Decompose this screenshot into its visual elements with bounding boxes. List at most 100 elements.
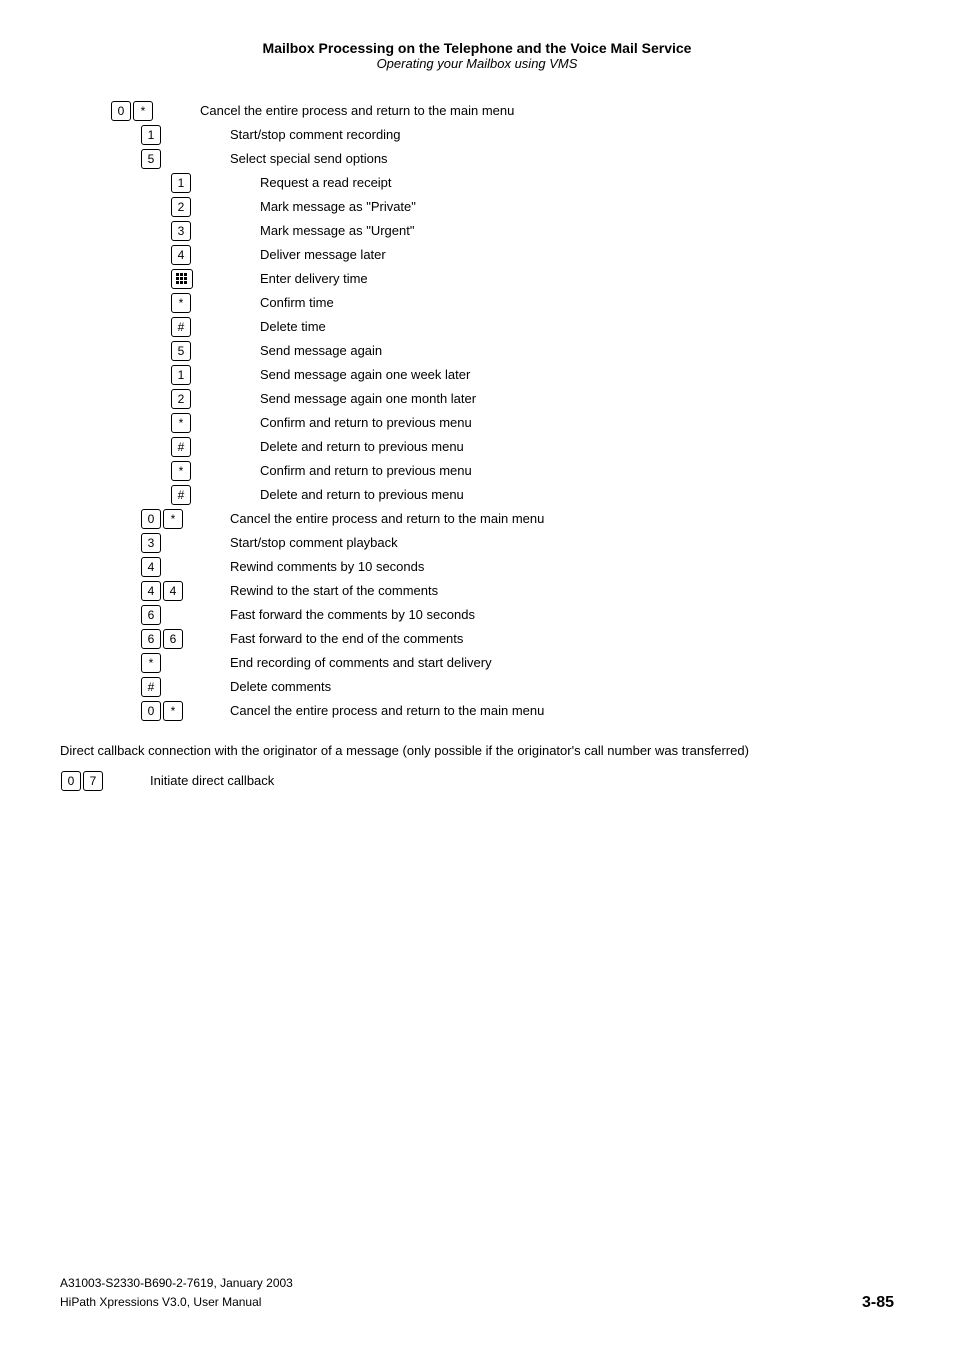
keys-col: * bbox=[110, 293, 250, 313]
key: 1 bbox=[171, 173, 191, 193]
list-item: 44Rewind to the start of the comments bbox=[110, 581, 894, 601]
keys-col: 4 bbox=[110, 557, 220, 577]
row-description: Cancel the entire process and return to … bbox=[220, 701, 894, 721]
row-description: Start/stop comment playback bbox=[220, 533, 894, 553]
row-description: Rewind to the start of the comments bbox=[220, 581, 894, 601]
keys-col: 2 bbox=[110, 197, 250, 217]
key: 1 bbox=[141, 125, 161, 145]
key: 4 bbox=[163, 581, 183, 601]
keys-col: 3 bbox=[110, 221, 250, 241]
list-item: # Delete comments bbox=[110, 677, 894, 697]
key: 6 bbox=[141, 629, 161, 649]
key: # bbox=[171, 485, 191, 505]
row-description: Send message again one week later bbox=[250, 365, 894, 385]
row-description: Start/stop comment recording bbox=[220, 125, 894, 145]
key: 1 bbox=[171, 365, 191, 385]
list-item: 6 Fast forward the comments by 10 seconds bbox=[110, 605, 894, 625]
list-item: 4 Rewind comments by 10 seconds bbox=[110, 557, 894, 577]
row-description: Deliver message later bbox=[250, 245, 894, 265]
key: # bbox=[171, 317, 191, 337]
keys-col: 1 bbox=[110, 173, 250, 193]
key: * bbox=[163, 701, 183, 721]
row-description: Delete comments bbox=[220, 677, 894, 697]
page-subtitle: Operating your Mailbox using VMS bbox=[60, 56, 894, 71]
key: 5 bbox=[141, 149, 161, 169]
key: 3 bbox=[141, 533, 161, 553]
keys-col: 4 bbox=[110, 245, 250, 265]
row-description: Fast forward to the end of the comments bbox=[220, 629, 894, 649]
keys-col: 6 bbox=[110, 605, 220, 625]
list-item: *Confirm time bbox=[110, 293, 894, 313]
key: 6 bbox=[141, 605, 161, 625]
row-description: End recording of comments and start deli… bbox=[220, 653, 894, 673]
keys-col bbox=[110, 269, 250, 289]
key: 0 bbox=[61, 771, 81, 791]
row-description: Mark message as "Private" bbox=[250, 197, 894, 217]
key: 0 bbox=[141, 701, 161, 721]
list-item: 0*Cancel the entire process and return t… bbox=[110, 509, 894, 529]
keys-col: 5 bbox=[110, 341, 250, 361]
row-description: Send message again one month later bbox=[250, 389, 894, 409]
keys-col: # bbox=[110, 317, 250, 337]
list-item: 0*Cancel the entire process and return t… bbox=[110, 101, 894, 121]
row-description: Confirm time bbox=[250, 293, 894, 313]
list-item: 66Fast forward to the end of the comment… bbox=[110, 629, 894, 649]
list-item: # Delete and return to previous menu bbox=[110, 485, 894, 505]
keys-col: # bbox=[110, 437, 250, 457]
list-item: 5 Send message again bbox=[110, 341, 894, 361]
list-item: * End recording of comments and start del… bbox=[110, 653, 894, 673]
list-item: 2 Mark message as "Private" bbox=[110, 197, 894, 217]
key: 0 bbox=[111, 101, 131, 121]
footer-left: A31003-S2330-B690-2-7619, January 2003 H… bbox=[60, 1274, 293, 1312]
callback-desc: Initiate direct callback bbox=[140, 771, 894, 791]
keys-col: * bbox=[110, 653, 220, 673]
keys-col: 0* bbox=[110, 509, 220, 529]
keys-col: 2 bbox=[110, 389, 250, 409]
keys-col: # bbox=[110, 677, 220, 697]
key: * bbox=[171, 413, 191, 433]
footer: A31003-S2330-B690-2-7619, January 2003 H… bbox=[60, 1274, 894, 1312]
list-item: 1 Request a read receipt bbox=[110, 173, 894, 193]
list-item: Enter delivery time bbox=[110, 269, 894, 289]
callback-text: Direct callback connection with the orig… bbox=[60, 741, 894, 761]
keys-col: 3 bbox=[110, 533, 220, 553]
row-description: Delete time bbox=[250, 317, 894, 337]
callback-section: Direct callback connection with the orig… bbox=[60, 741, 894, 791]
grid-key bbox=[171, 269, 193, 289]
footer-line2: HiPath Xpressions V3.0, User Manual bbox=[60, 1293, 293, 1312]
list-item: 1 Start/stop comment recording bbox=[110, 125, 894, 145]
row-description: Send message again bbox=[250, 341, 894, 361]
content-area: 0*Cancel the entire process and return t… bbox=[110, 101, 894, 721]
page-header: Mailbox Processing on the Telephone and … bbox=[60, 40, 894, 71]
key: 2 bbox=[171, 197, 191, 217]
keys-col: 0* bbox=[110, 701, 220, 721]
list-item: 1 Send message again one week later bbox=[110, 365, 894, 385]
footer-line1: A31003-S2330-B690-2-7619, January 2003 bbox=[60, 1274, 293, 1293]
list-item: 0*Cancel the entire process and return t… bbox=[110, 701, 894, 721]
key: 4 bbox=[141, 557, 161, 577]
list-item: 2Send message again one month later bbox=[110, 389, 894, 409]
key: 0 bbox=[141, 509, 161, 529]
key: * bbox=[163, 509, 183, 529]
row-description: Delete and return to previous menu bbox=[250, 485, 894, 505]
keys-col: 66 bbox=[110, 629, 220, 649]
list-item: 3Mark message as "Urgent" bbox=[110, 221, 894, 241]
keys-col: 44 bbox=[110, 581, 220, 601]
key: * bbox=[171, 461, 191, 481]
key: 5 bbox=[171, 341, 191, 361]
keys-col: * bbox=[110, 461, 250, 481]
key: 3 bbox=[171, 221, 191, 241]
footer-page: 3-85 bbox=[862, 1294, 894, 1312]
row-description: Fast forward the comments by 10 seconds bbox=[220, 605, 894, 625]
key: * bbox=[133, 101, 153, 121]
row-description: Request a read receipt bbox=[250, 173, 894, 193]
row-description: Delete and return to previous menu bbox=[250, 437, 894, 457]
key: # bbox=[141, 677, 161, 697]
keys-col: 0* bbox=[110, 101, 190, 121]
list-item: *Confirm and return to previous menu bbox=[110, 461, 894, 481]
list-item: * Confirm and return to previous menu bbox=[110, 413, 894, 433]
key: * bbox=[141, 653, 161, 673]
key: 7 bbox=[83, 771, 103, 791]
row-description: Confirm and return to previous menu bbox=[250, 413, 894, 433]
row-description: Rewind comments by 10 seconds bbox=[220, 557, 894, 577]
